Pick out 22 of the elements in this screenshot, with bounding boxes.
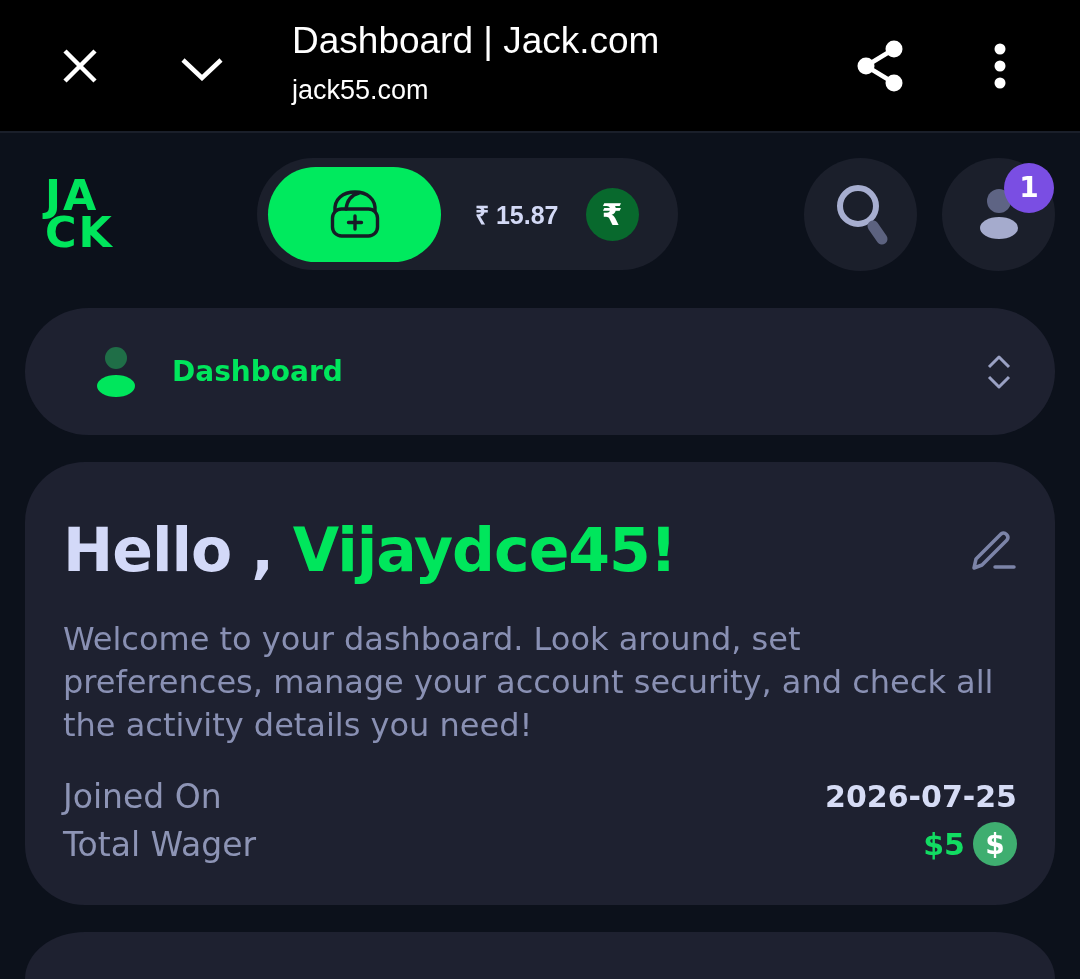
more-icon[interactable] bbox=[994, 42, 1006, 89]
balance-amount: ₹ 15.87 bbox=[475, 200, 559, 231]
greeting-heading: Hello , Vijaydce45! bbox=[63, 514, 677, 587]
page-url: jack55.com bbox=[292, 74, 430, 106]
welcome-text: Welcome to your dashboard. Look around, set preferences, manage your account security, and check all the activity details you need! bbox=[63, 619, 995, 746]
pencil-icon[interactable] bbox=[971, 529, 1017, 571]
bag-plus-icon bbox=[329, 190, 380, 238]
dollar-icon: $ bbox=[973, 822, 1017, 866]
stat-value: 2026-07-25 bbox=[825, 778, 1017, 814]
chevron-down-icon[interactable] bbox=[180, 56, 224, 81]
user-icon bbox=[978, 188, 1019, 240]
deposit-button[interactable] bbox=[268, 166, 441, 262]
dashboard-dropdown[interactable]: Dashboard bbox=[25, 308, 1055, 435]
stat-value: $5 bbox=[923, 826, 965, 862]
user-icon bbox=[96, 345, 136, 398]
share-icon[interactable] bbox=[856, 39, 904, 92]
page-title: Dashboard | Jack.com bbox=[292, 20, 661, 62]
close-icon[interactable] bbox=[63, 48, 97, 83]
stat-label: Total Wager bbox=[63, 824, 257, 864]
stat-label: Joined On bbox=[63, 776, 222, 816]
rupee-icon: ₹ bbox=[585, 187, 639, 241]
chevron-up-down-icon bbox=[986, 353, 1012, 390]
